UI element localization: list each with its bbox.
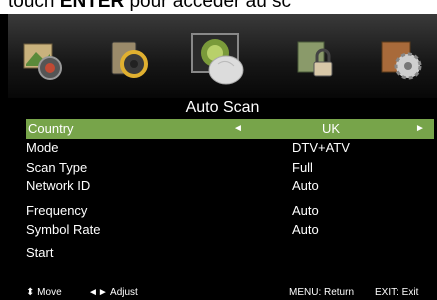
menu-row-scan-type[interactable]: Scan Type Full	[26, 158, 434, 178]
row-value: Auto	[292, 203, 319, 218]
channel-icon[interactable]	[188, 28, 250, 90]
menu-row-mode[interactable]: Mode DTV+ATV	[26, 138, 434, 158]
hint-move-label: Move	[37, 287, 62, 298]
row-value: Auto	[292, 178, 319, 193]
arrow-left-icon[interactable]: ◄	[233, 119, 243, 139]
manual-text-strip: touch ENTER pour accéder au sc	[0, 0, 437, 14]
row-label: Mode	[26, 140, 59, 155]
manual-text-key: ENTER	[59, 0, 125, 12]
up-down-arrow-icon: ⬍	[26, 287, 35, 298]
hint-exit: EXIT: Exit	[375, 287, 419, 298]
row-label: Network ID	[26, 178, 91, 193]
hint-adjust: ◄► Adjust	[88, 286, 138, 300]
row-label: Scan Type	[26, 160, 88, 175]
row-label: Country	[28, 121, 74, 136]
sound-icon[interactable]	[104, 34, 154, 84]
main-menu-icon-bar	[8, 14, 437, 98]
left-right-arrow-icon: ◄►	[88, 287, 108, 298]
hint-move: ⬍ Move	[26, 286, 62, 300]
row-label: Frequency	[26, 203, 88, 218]
manual-text: touch ENTER pour accéder au sc	[8, 0, 291, 13]
manual-text-post: pour accéder au sc	[129, 0, 292, 12]
menu-row-symbol-rate[interactable]: Symbol Rate Auto	[26, 220, 434, 240]
lock-icon[interactable]	[290, 34, 340, 84]
row-value: DTV+ATV	[292, 140, 350, 155]
row-value: UK	[322, 121, 341, 136]
setup-icon[interactable]	[376, 34, 426, 84]
arrow-right-icon[interactable]: ►	[415, 119, 425, 139]
hint-adjust-label: Adjust	[110, 287, 138, 298]
menu-row-start[interactable]: Start	[26, 243, 434, 263]
key-hints-bar: ⬍ Move ◄► Adjust MENU: Return EXIT: Exit	[26, 286, 437, 300]
row-label: Start	[26, 245, 54, 260]
menu-title: Auto Scan	[185, 99, 260, 116]
menu-row-country[interactable]: Country ◄ UK ►	[26, 119, 434, 139]
hint-menu-return: MENU: Return	[289, 287, 355, 298]
menu-row-frequency[interactable]: Frequency Auto	[26, 201, 434, 221]
row-label: Symbol Rate	[26, 222, 101, 237]
row-value: Full	[292, 160, 313, 175]
auto-scan-menu: Auto Scan Country ◄ UK ► Mode DTV+ATV Sc…	[8, 98, 437, 300]
picture-icon[interactable]	[18, 34, 68, 84]
menu-row-network-id[interactable]: Network ID Auto	[26, 176, 434, 196]
manual-text-pre: touch	[8, 0, 55, 12]
row-value: Auto	[292, 222, 319, 237]
